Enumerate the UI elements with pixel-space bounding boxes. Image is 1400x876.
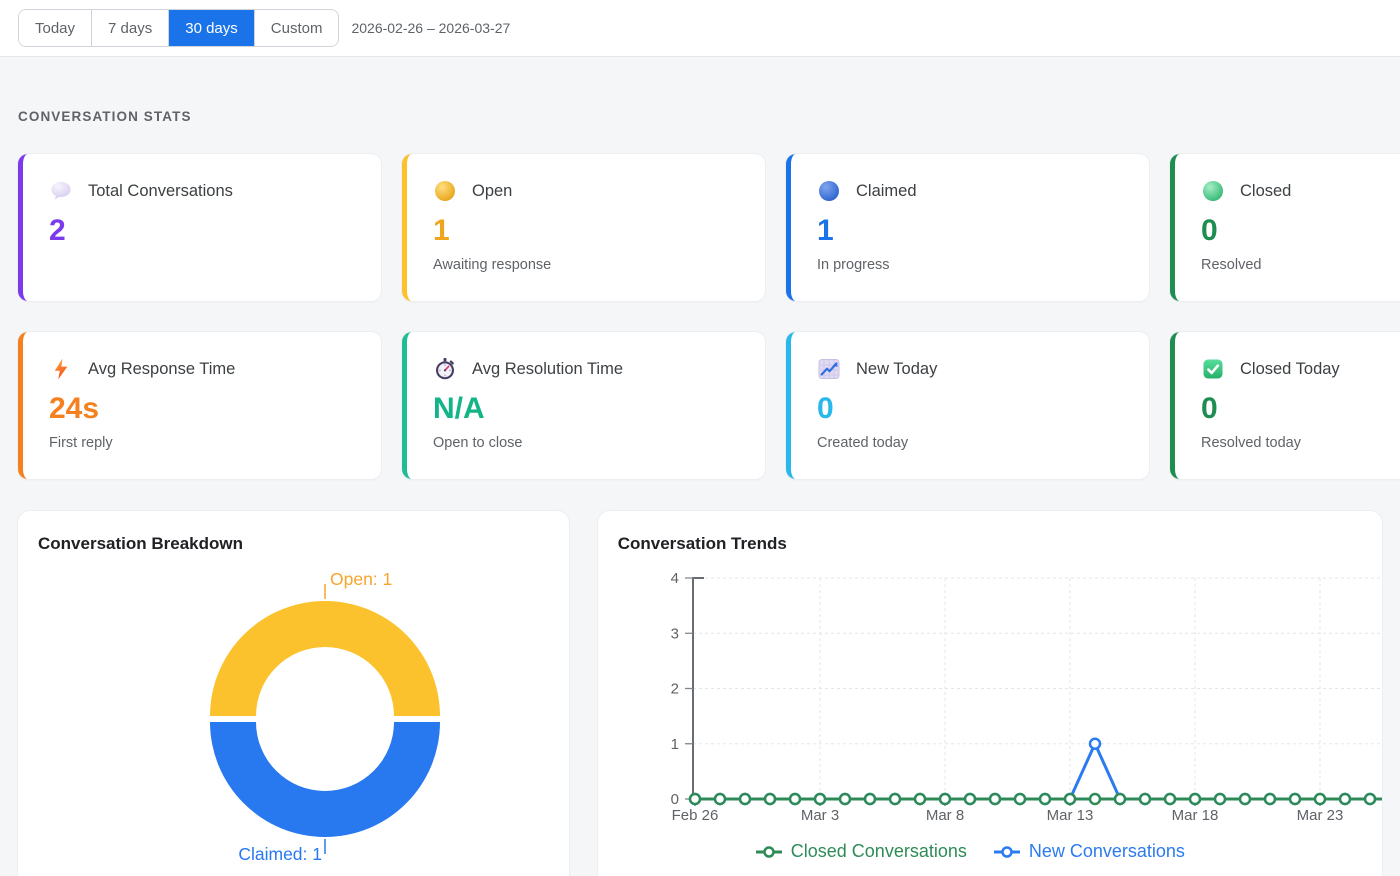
stat-label: New Today	[856, 360, 937, 379]
stat-card-header: Closed Today	[1201, 357, 1400, 381]
breakdown-chart-title: Conversation Breakdown	[18, 511, 569, 554]
donut-slice-claimed[interactable]	[210, 722, 440, 837]
charts-row: Conversation Breakdown Open: 1 Claimed: 1…	[18, 511, 1382, 876]
stat-value: N/A	[433, 394, 745, 424]
range-button-today[interactable]: Today	[19, 10, 91, 46]
trends-chart-title: Conversation Trends	[598, 511, 1382, 554]
main-content: CONVERSATION STATS Total Conversations 2…	[0, 109, 1400, 876]
green-circle-icon	[1201, 179, 1225, 203]
donut-label: Claimed: 1	[238, 844, 322, 864]
stat-subtitle: First reply	[49, 435, 361, 451]
breakdown-donut-chart[interactable]: Open: 1 Claimed: 1	[18, 573, 569, 876]
date-range-selector: Today7 days30 daysCustom	[18, 9, 339, 47]
stat-subtitle: Created today	[817, 435, 1129, 451]
svg-text:2: 2	[670, 681, 678, 698]
stat-card-open: Open 1 Awaiting response	[402, 154, 765, 301]
svg-text:Mar 3: Mar 3	[801, 807, 839, 824]
stat-card-avg-response-time: Avg Response Time 24s First reply	[18, 332, 381, 479]
stat-card-total-conversations: Total Conversations 2	[18, 154, 381, 301]
stat-card-header: Avg Resolution Time	[433, 357, 745, 381]
check-square-icon	[1201, 357, 1225, 381]
stat-label: Claimed	[856, 182, 917, 201]
donut-label: Open: 1	[330, 573, 392, 589]
stopwatch-icon	[433, 357, 457, 381]
svg-text:Feb 26: Feb 26	[671, 807, 718, 824]
chart-up-icon	[817, 357, 841, 381]
legend-label: New Conversations	[1029, 841, 1185, 862]
range-button-7-days[interactable]: 7 days	[91, 10, 168, 46]
stat-card-new-today: New Today 0 Created today	[786, 332, 1149, 479]
stat-label: Avg Response Time	[88, 360, 235, 379]
svg-text:Mar 8: Mar 8	[926, 807, 964, 824]
stat-value: 2	[49, 216, 361, 246]
stat-label: Open	[472, 182, 512, 201]
legend-label: Closed Conversations	[791, 841, 967, 862]
svg-text:4: 4	[670, 573, 678, 587]
stat-value: 24s	[49, 394, 361, 424]
stat-label: Closed Today	[1240, 360, 1340, 379]
conversation-trends-card: Conversation Trends Feb 26 Mar 3 Mar 8 Mar …	[598, 511, 1382, 876]
legend-item-new-conversations[interactable]: New Conversations	[993, 841, 1185, 862]
svg-text:3: 3	[670, 625, 678, 642]
speech-balloon-icon	[49, 179, 73, 203]
range-button-30-days[interactable]: 30 days	[168, 10, 254, 46]
stat-card-header: New Today	[817, 357, 1129, 381]
stat-value: 0	[1201, 394, 1400, 424]
stat-value: 0	[1201, 216, 1400, 246]
stat-value: 1	[817, 216, 1129, 246]
stat-card-header: Closed	[1201, 179, 1400, 203]
stat-label: Total Conversations	[88, 182, 233, 201]
stat-card-closed: Closed 0 Resolved	[1170, 154, 1400, 301]
stat-card-closed-today: Closed Today 0 Resolved today	[1170, 332, 1400, 479]
stats-grid: Total Conversations 2 Open 1 Awaiting res…	[18, 154, 1400, 479]
stat-card-header: Avg Response Time	[49, 357, 361, 381]
stat-label: Closed	[1240, 182, 1291, 201]
stat-value: 0	[817, 394, 1129, 424]
lightning-icon	[49, 357, 73, 381]
legend-marker-icon	[993, 845, 1021, 859]
date-range-label: 2026-02-26 – 2026-03-27	[351, 20, 510, 36]
yellow-circle-icon	[433, 179, 457, 203]
stat-subtitle: Resolved	[1201, 257, 1400, 273]
svg-text:0: 0	[670, 791, 678, 808]
conversation-breakdown-card: Conversation Breakdown Open: 1 Claimed: 1	[18, 511, 569, 876]
stat-subtitle: Resolved today	[1201, 435, 1400, 451]
legend-item-closed-conversations[interactable]: Closed Conversations	[755, 841, 967, 862]
svg-text:Mar 23: Mar 23	[1296, 807, 1343, 824]
blue-circle-icon	[817, 179, 841, 203]
svg-text:Mar 18: Mar 18	[1171, 807, 1218, 824]
dashboard-page: Today7 days30 daysCustom 2026-02-26 – 20…	[0, 0, 1400, 876]
stat-card-claimed: Claimed 1 In progress	[786, 154, 1149, 301]
stat-value: 1	[433, 216, 745, 246]
stat-subtitle: Awaiting response	[433, 257, 745, 273]
donut-slice-open[interactable]	[210, 601, 440, 716]
date-range-toolbar: Today7 days30 daysCustom 2026-02-26 – 20…	[0, 0, 1400, 57]
section-title: CONVERSATION STATS	[18, 109, 1382, 124]
range-button-custom[interactable]: Custom	[254, 10, 339, 46]
stat-card-header: Open	[433, 179, 745, 203]
stat-card-avg-resolution-time: Avg Resolution Time N/A Open to close	[402, 332, 765, 479]
legend-marker-icon	[755, 845, 783, 859]
trends-line-chart[interactable]: Feb 26 Mar 3 Mar 8 Mar 13 Mar 18 Mar 23 0 1 2 3 4	[598, 573, 1382, 841]
stat-card-header: Claimed	[817, 179, 1129, 203]
stat-subtitle: In progress	[817, 257, 1129, 273]
stat-subtitle: Open to close	[433, 435, 745, 451]
trends-legend: Closed Conversations New Conversations	[598, 841, 1382, 862]
stat-card-header: Total Conversations	[49, 179, 361, 203]
stat-label: Avg Resolution Time	[472, 360, 623, 379]
svg-text:Mar 13: Mar 13	[1046, 807, 1093, 824]
svg-text:1: 1	[670, 736, 678, 753]
